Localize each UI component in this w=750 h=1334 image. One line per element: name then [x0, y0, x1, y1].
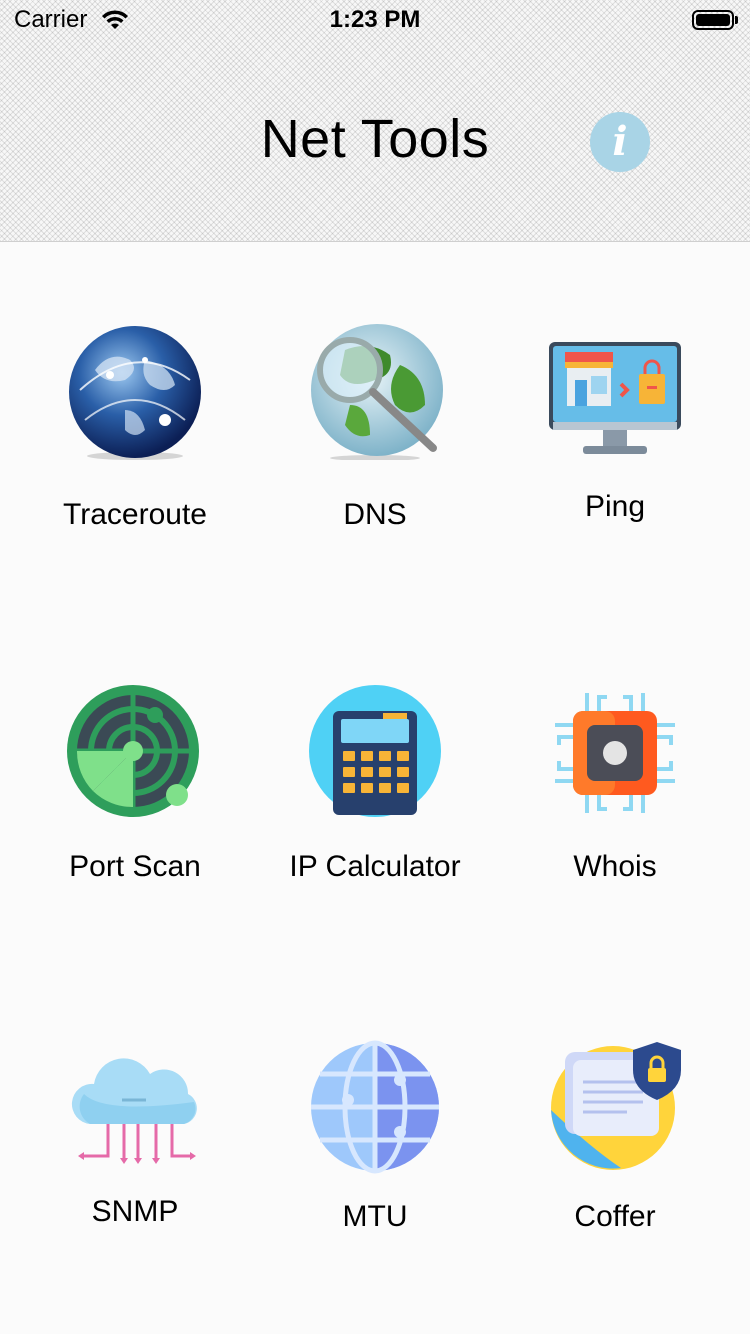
tool-dns[interactable]: DNS — [255, 320, 495, 580]
info-button[interactable]: i — [590, 112, 650, 172]
globe-grid-icon — [308, 1040, 442, 1174]
radar-icon — [67, 685, 203, 821]
tool-ip-calculator[interactable]: IP Calculator — [255, 685, 495, 945]
battery-cap — [735, 16, 738, 24]
tool-label: Whois — [573, 850, 657, 883]
tool-snmp[interactable]: SNMP — [15, 1040, 255, 1300]
clock: 1:23 PM — [329, 6, 421, 33]
tool-whois[interactable]: Whois — [495, 685, 735, 945]
calculator-icon — [309, 685, 441, 817]
battery-icon — [692, 10, 734, 30]
tool-coffer[interactable]: Coffer — [495, 1040, 735, 1300]
status-bar: Carrier 1:23 PM — [0, 0, 750, 40]
tool-mtu[interactable]: MTU — [255, 1040, 495, 1300]
tool-label: MTU — [342, 1200, 408, 1233]
tool-port-scan[interactable]: Port Scan — [15, 685, 255, 945]
tool-ping[interactable]: Ping — [495, 320, 735, 580]
tool-label: SNMP — [91, 1195, 179, 1228]
chip-icon — [547, 685, 683, 821]
tool-traceroute[interactable]: Traceroute — [15, 320, 255, 580]
tool-label: Coffer — [574, 1200, 656, 1233]
tool-label: Port Scan — [69, 850, 201, 883]
navigation-header: Carrier 1:23 PM Net Tools i — [0, 0, 750, 242]
monitor-shop-icon — [547, 340, 683, 460]
tool-label: Traceroute — [63, 498, 207, 531]
tool-label: IP Calculator — [289, 850, 461, 883]
globe-magnifier-icon — [305, 320, 445, 460]
tool-label: Ping — [584, 490, 646, 523]
globe-network-icon — [65, 320, 205, 460]
secure-document-icon — [547, 1040, 683, 1172]
cloud-icon — [68, 1040, 202, 1166]
tool-label: DNS — [343, 498, 407, 531]
info-icon: i — [612, 118, 628, 165]
